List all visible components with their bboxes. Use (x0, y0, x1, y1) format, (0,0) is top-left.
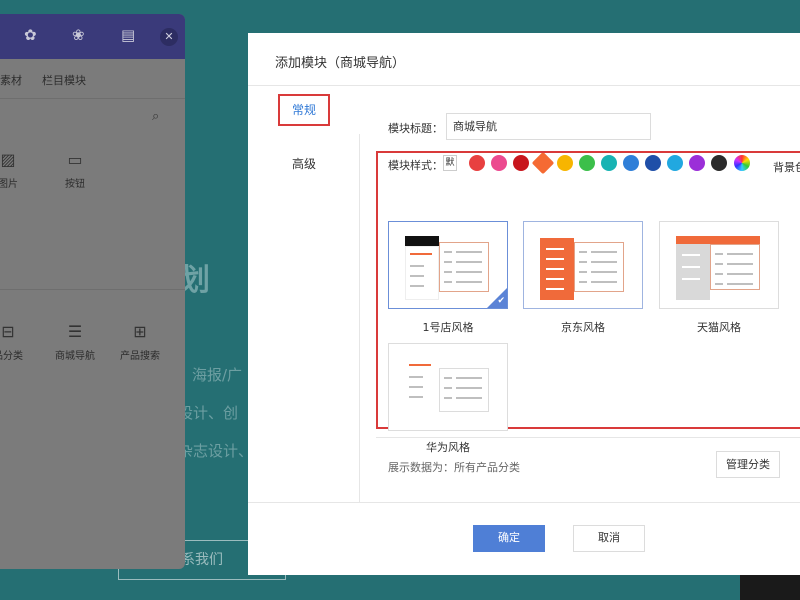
widget-label: 品分类 (0, 351, 23, 362)
style-caption: 京东风格 (561, 321, 605, 334)
preview-block (676, 236, 760, 244)
widget-button[interactable]: ▭ 按钮 (45, 149, 105, 190)
editor-panel-header: ✿ ❀ ▤ ✕ (0, 14, 185, 59)
widget-image[interactable]: ▨ 图片 (0, 149, 38, 190)
editor-panel-tabs: 素材 栏目模块 (0, 59, 185, 99)
tab-general[interactable]: 常规 (248, 86, 360, 134)
confirm-button[interactable]: 确定 (473, 525, 545, 552)
gear-icon[interactable]: ✿ (24, 26, 37, 44)
widget-product-search[interactable]: ⊞ 产品搜索 (110, 321, 170, 362)
widget-label: 按钮 (65, 179, 85, 190)
layout-icon[interactable]: ▤ (121, 26, 135, 44)
preview-block (405, 236, 439, 246)
style-caption: 天猫风格 (697, 321, 741, 334)
button-icon: ▭ (67, 150, 83, 169)
preview-panel (439, 368, 489, 412)
search-icon[interactable]: ⌕ (152, 109, 159, 124)
tab-column-modules[interactable]: 栏目模块 (42, 72, 86, 88)
module-title-label: 模块标题： (388, 122, 443, 135)
style-card-yhd[interactable]: ✔ (388, 221, 508, 309)
widget-product-category[interactable]: ⊟ 品分类 (0, 321, 38, 362)
manage-categories-button[interactable]: 管理分类 (716, 451, 780, 478)
background-text-line: 杂志设计、 (178, 442, 254, 460)
divider (0, 289, 185, 290)
paw-icon[interactable]: ❀ (72, 26, 85, 44)
preview-panel (439, 242, 489, 292)
preview-block (405, 360, 439, 418)
divider (248, 502, 800, 503)
style-options-box: ✔ 1号店风格 京东风格 天猫风格 华为风格 (376, 151, 800, 454)
style-card-huawei[interactable] (388, 343, 508, 431)
background-text-line: 海报/广 (192, 366, 243, 384)
data-source-text: 展示数据为：所有产品分类 (388, 461, 520, 474)
style-card-jd[interactable] (523, 221, 643, 309)
mall-nav-icon: ☰ (67, 322, 83, 341)
style-caption: 1号店风格 (422, 321, 474, 334)
widget-mall-nav[interactable]: ☰ 商城导航 (45, 321, 105, 362)
add-module-dialog: 添加模块（商城导航） 常规 高级 模块标题： 商城导航 模块样式： 默 背景色 (248, 33, 800, 575)
category-icon: ⊟ (1, 322, 15, 341)
image-icon: ▨ (0, 150, 16, 169)
editor-panel: ✿ ❀ ▤ ✕ 素材 栏目模块 ⌕ ▨ 图片 ▭ 按钮 ⊟ 品分类 ☰ 商城导航… (0, 14, 185, 569)
cancel-button[interactable]: 取消 (573, 525, 645, 552)
checkmark-icon: ✔ (497, 296, 505, 306)
preview-block (676, 244, 710, 300)
preview-block (405, 246, 439, 300)
preview-panel (574, 242, 624, 292)
widget-label: 图片 (0, 179, 18, 190)
tab-advanced[interactable]: 高级 (248, 140, 360, 188)
preview-block (540, 238, 574, 300)
widget-label: 商城导航 (55, 351, 95, 362)
dialog-nav: 常规 高级 (248, 86, 360, 502)
preview-panel (710, 244, 760, 290)
module-title-input[interactable]: 商城导航 (446, 113, 651, 140)
tab-materials[interactable]: 素材 (0, 72, 22, 88)
tab-general-label: 常规 (277, 94, 330, 126)
product-search-icon: ⊞ (133, 322, 147, 341)
background-strip (740, 575, 800, 600)
background-text-line: 设计、创 (178, 404, 239, 422)
style-card-tmall[interactable] (659, 221, 779, 309)
divider (376, 437, 800, 438)
dialog-title: 添加模块（商城导航） (275, 56, 406, 71)
style-caption: 华为风格 (426, 441, 470, 454)
close-icon[interactable]: ✕ (160, 28, 178, 46)
widget-label: 产品搜索 (120, 351, 160, 362)
